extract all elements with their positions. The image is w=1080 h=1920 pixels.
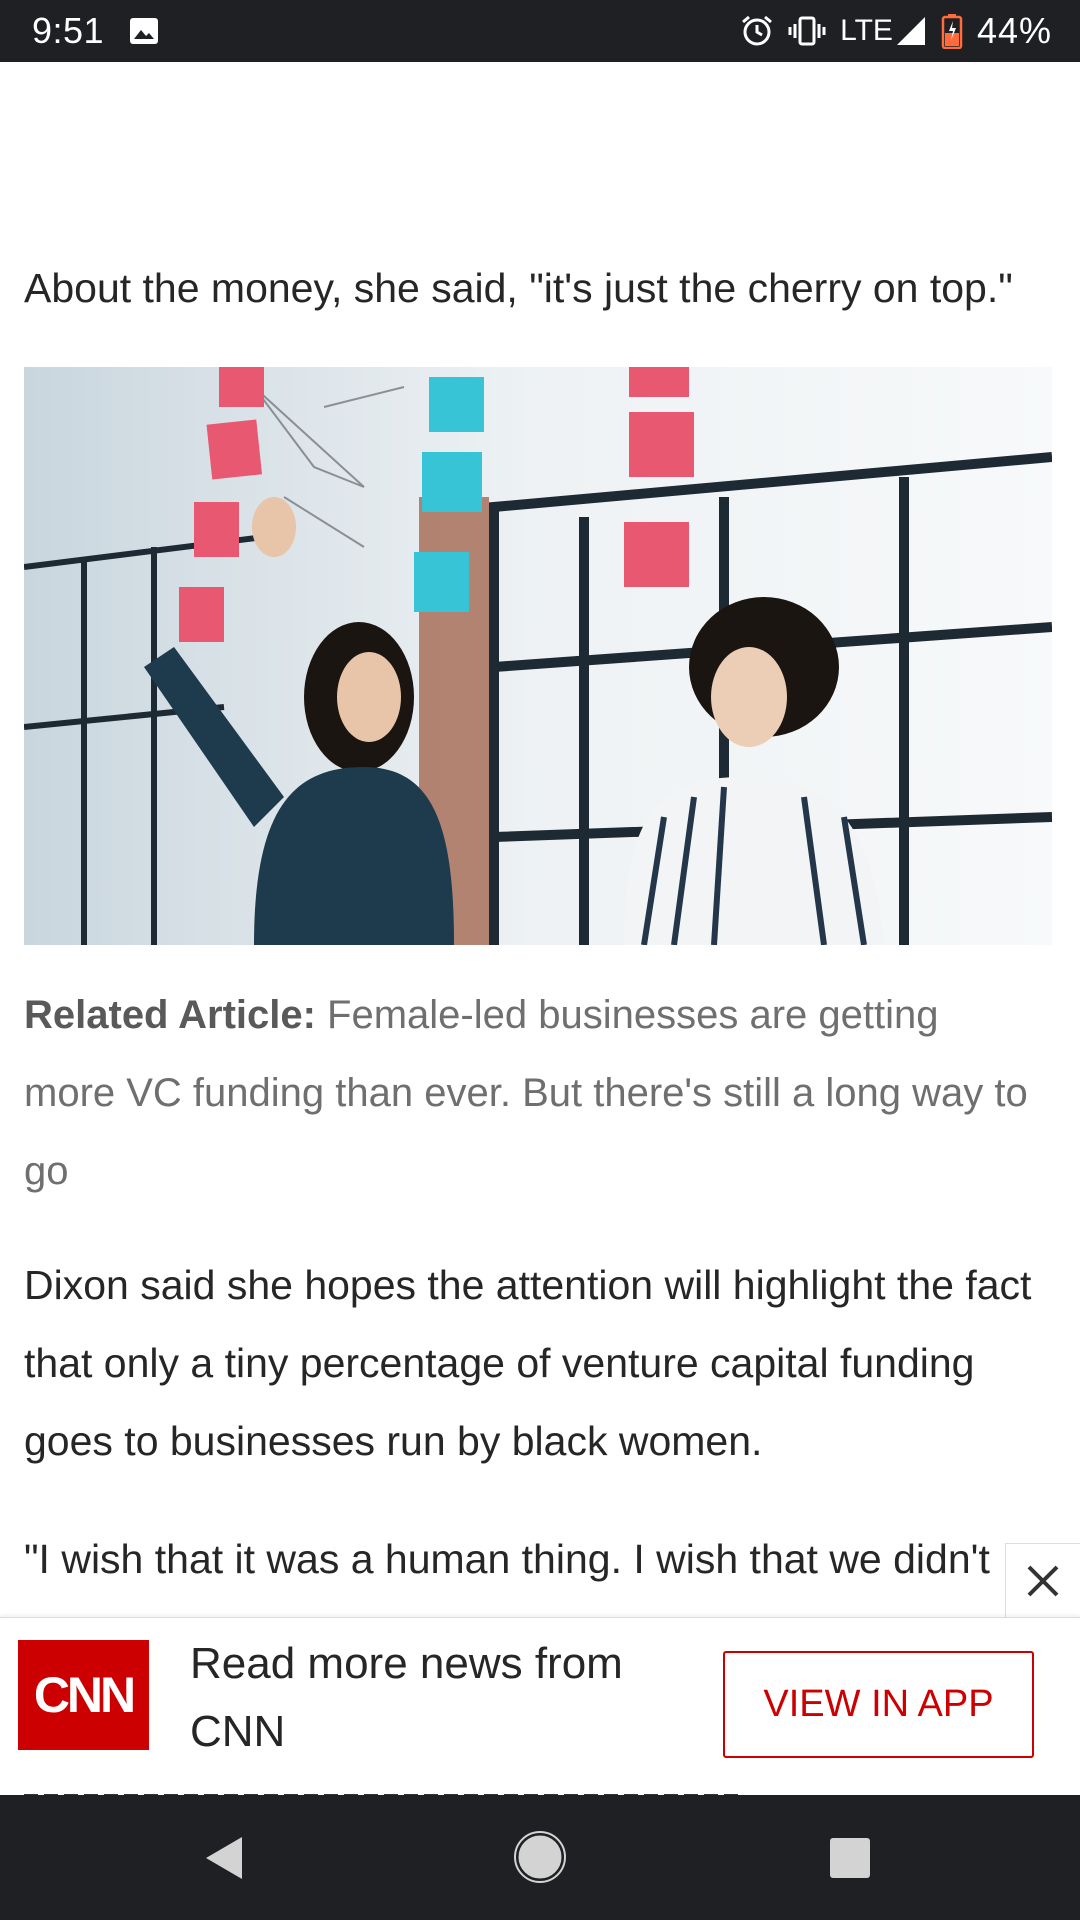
related-article-label: Related Article: [24, 993, 316, 1037]
signal-icon [896, 17, 925, 45]
banner-close-button[interactable] [1005, 1543, 1080, 1618]
wish-paragraph: "I wish that it was a human thing. I wis… [24, 1536, 990, 1582]
network-label: LTE [840, 14, 893, 47]
dixon-paragraph: Dixon said she hopes the attention will … [24, 1262, 1032, 1464]
alarm-icon [742, 15, 773, 46]
related-article-link[interactable]: Related Article: Female-led businesses a… [24, 976, 1034, 1210]
office-photo-illustration [24, 367, 1052, 945]
home-icon[interactable] [513, 1830, 567, 1884]
view-in-app-button[interactable]: VIEW IN APP [723, 1651, 1034, 1758]
recent-apps-icon[interactable] [830, 1838, 870, 1878]
close-icon [1027, 1565, 1059, 1597]
status-time: 9:51 [32, 10, 105, 51]
article-hero-image[interactable] [24, 367, 1052, 945]
back-icon[interactable] [204, 1835, 244, 1881]
battery-icon [941, 14, 963, 49]
navigation-bar [0, 1795, 1080, 1920]
vibrate-icon [788, 16, 826, 46]
image-icon [130, 18, 158, 44]
app-promo-banner: CNN Read more news from CNN VIEW IN APP [0, 1617, 1080, 1790]
quote-paragraph: About the money, she said, "it's just th… [24, 265, 1013, 311]
banner-message: Read more news from CNN [190, 1639, 623, 1756]
battery-percent: 44% [976, 10, 1052, 51]
status-bar: 9:51 LTE 44% [0, 0, 1080, 62]
cnn-logo: CNN [18, 1640, 149, 1750]
